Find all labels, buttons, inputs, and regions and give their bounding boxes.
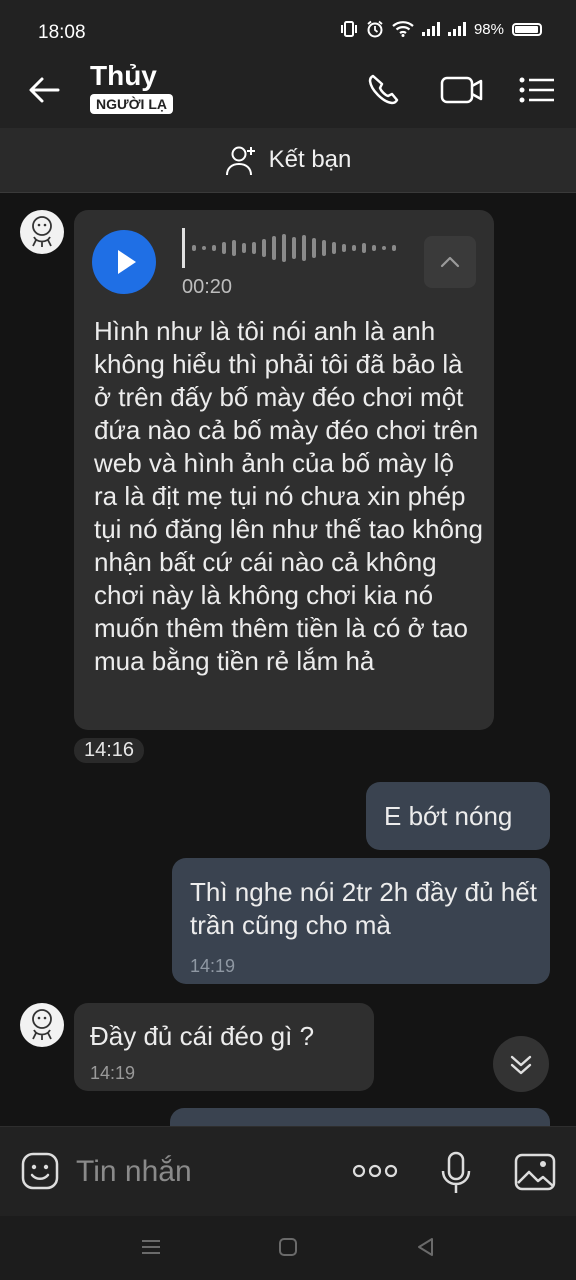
alarm-icon (367, 20, 383, 38)
video-call-icon[interactable] (440, 72, 484, 108)
status-icons: 98% (340, 20, 542, 38)
image-gallery-icon[interactable] (514, 1153, 556, 1191)
avatar-2[interactable] (20, 1003, 64, 1047)
message-text-3: Đầy đủ cái đéo gì ? (90, 1021, 315, 1051)
message-time-2: 14:19 (190, 956, 236, 976)
system-nav-bar (0, 1216, 576, 1280)
vibrate-icon (340, 21, 357, 37)
status-bar: 18:08 98% (0, 0, 576, 52)
phone-call-icon[interactable] (364, 70, 404, 110)
double-chevron-down-icon (510, 1055, 532, 1075)
scroll-to-bottom-button[interactable] (493, 1036, 549, 1092)
collapse-transcript-button[interactable] (424, 236, 476, 288)
message-time-3: 14:19 (90, 1063, 136, 1083)
message-input-bar (0, 1126, 576, 1217)
chevron-up-icon (440, 256, 460, 268)
battery-percent: 98% (473, 20, 504, 38)
stranger-badge: NGƯỜI LẠ (90, 94, 173, 114)
add-friend-button[interactable]: Kết bạn (0, 128, 576, 193)
signal-icon-2 (447, 22, 466, 36)
emoji-sticker-icon[interactable] (20, 1151, 60, 1191)
status-time: 18:08 (38, 22, 86, 43)
play-button[interactable] (92, 230, 156, 294)
voice-transcript: Hình như là tôi nói anh là anh không hiể… (94, 316, 483, 676)
recent-apps-icon[interactable] (140, 1236, 162, 1258)
back-arrow-icon[interactable] (24, 70, 64, 110)
chat-header: Thủy NGƯỜI LẠ (0, 52, 576, 128)
microphone-icon[interactable] (440, 1151, 472, 1195)
avatar-sticker-icon (32, 1009, 52, 1040)
add-friend-icon (225, 146, 255, 176)
battery-icon (512, 22, 542, 36)
wifi-icon (392, 21, 414, 37)
message-text: E bớt nóng (384, 801, 513, 831)
message-time: 14:16 (74, 738, 145, 763)
play-icon (118, 250, 136, 274)
contact-name[interactable]: Thủy (90, 60, 157, 92)
avatar[interactable] (20, 210, 64, 254)
home-icon[interactable] (277, 1236, 299, 1258)
back-nav-icon[interactable] (414, 1236, 436, 1258)
voice-duration: 00:20 (182, 276, 233, 298)
add-friend-label: Kết bạn (268, 146, 352, 173)
menu-list-icon[interactable] (518, 72, 556, 108)
avatar-sticker-icon (32, 216, 52, 247)
more-options-icon[interactable] (352, 1161, 398, 1181)
message-input[interactable] (74, 1149, 348, 1195)
message-text-2: Thì nghe nói 2tr 2h đầy đủ hết trần cũng… (190, 877, 537, 940)
signal-icon (421, 22, 440, 36)
audio-waveform[interactable] (182, 228, 402, 268)
